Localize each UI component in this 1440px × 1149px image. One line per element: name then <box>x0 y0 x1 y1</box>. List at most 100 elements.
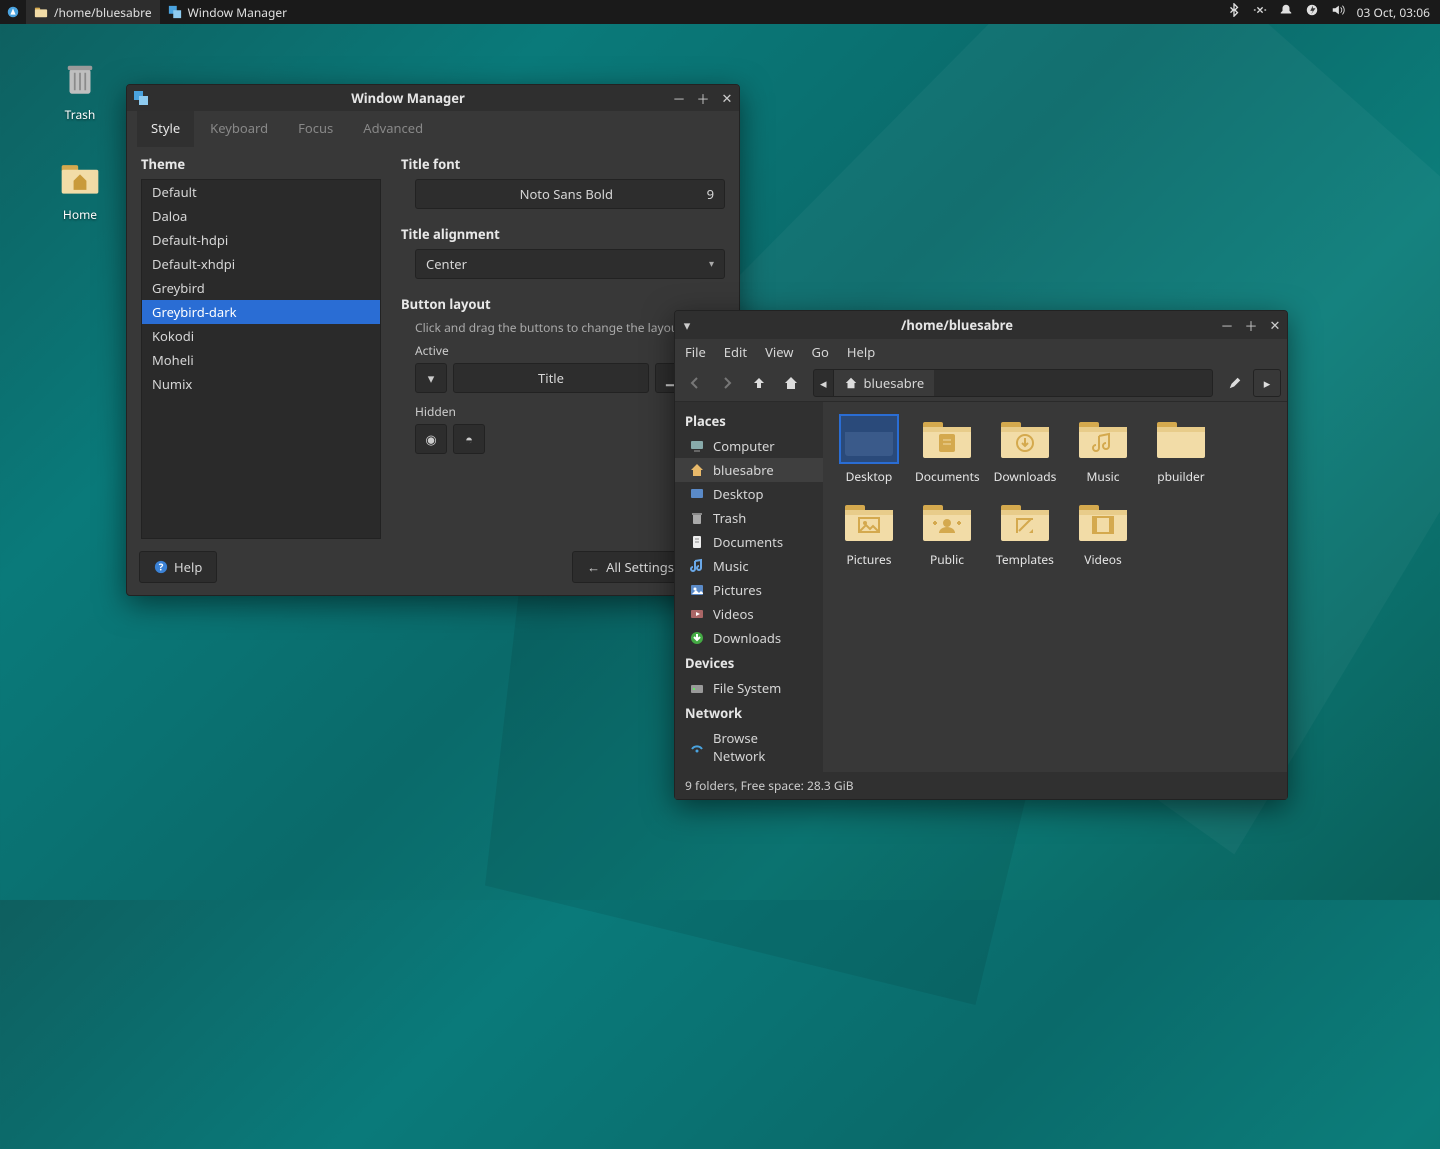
up-button[interactable] <box>745 369 773 397</box>
folder-icon <box>1153 416 1209 462</box>
theme-item[interactable]: Moheli <box>142 348 380 372</box>
layout-menu-button[interactable]: ▾ <box>415 363 447 393</box>
sidebar-item[interactable]: Desktop <box>675 482 823 506</box>
folder-icon <box>841 499 897 545</box>
folder-icon <box>1075 416 1131 462</box>
window-menu-button[interactable]: ▾ <box>675 313 699 337</box>
theme-item[interactable]: Default-xhdpi <box>142 252 380 276</box>
close-button[interactable]: ✕ <box>715 86 739 110</box>
title-font-button[interactable]: Noto Sans Bold 9 <box>415 179 725 209</box>
folder-icon <box>919 499 975 545</box>
folder-icon <box>841 416 897 462</box>
minimize-button[interactable]: ─ <box>667 86 691 110</box>
window-title: Window Manager <box>149 89 667 107</box>
sidebar-item[interactable]: Browse Network <box>675 726 823 768</box>
file-item[interactable]: pbuilder <box>1149 416 1213 485</box>
folder-icon <box>997 499 1053 545</box>
minimize-button[interactable]: ─ <box>1215 313 1239 337</box>
wm-icon <box>168 5 182 19</box>
sidebar-item-icon <box>689 606 705 622</box>
menu-file[interactable]: File <box>685 343 706 361</box>
power-manager-icon[interactable] <box>1305 3 1319 21</box>
layout-stick-button[interactable]: ◓ <box>453 424 485 454</box>
close-button[interactable]: ✕ <box>1263 313 1287 337</box>
titlebar[interactable]: Window Manager ─ ＋ ✕ <box>127 85 739 111</box>
file-item[interactable]: Videos <box>1071 499 1135 568</box>
bluetooth-icon[interactable] <box>1227 3 1241 21</box>
sidebar-item-icon <box>689 630 705 646</box>
home-button[interactable] <box>777 369 805 397</box>
sidebar-item-label: Pictures <box>713 581 762 599</box>
file-item[interactable]: Templates <box>993 499 1057 568</box>
desktop-icon-home[interactable]: Home <box>40 154 120 223</box>
file-item[interactable]: Downloads <box>993 416 1057 485</box>
theme-item[interactable]: Default <box>142 180 380 204</box>
theme-item[interactable]: Greybird-dark <box>142 300 380 324</box>
sidebar-item[interactable]: Pictures <box>675 578 823 602</box>
trash-icon <box>56 54 104 102</box>
sidebar-header-devices: Devices <box>675 650 823 676</box>
help-button[interactable]: ? Help <box>139 551 217 583</box>
sidebar-item-icon <box>689 462 705 478</box>
tab-advanced[interactable]: Advanced <box>349 111 437 147</box>
path-segment-home[interactable]: bluesabre <box>834 370 935 396</box>
back-button[interactable] <box>681 369 709 397</box>
edit-path-button[interactable] <box>1221 369 1249 397</box>
taskbar-item-wm[interactable]: Window Manager <box>160 0 296 24</box>
menu-go[interactable]: Go <box>812 343 829 361</box>
maximize-button[interactable]: ＋ <box>1239 313 1263 337</box>
path-forward-icon[interactable]: ▸ <box>1253 369 1281 397</box>
sidebar-item[interactable]: Videos <box>675 602 823 626</box>
layout-title-area[interactable]: Title <box>453 363 649 393</box>
sidebar-item[interactable]: File System <box>675 676 823 700</box>
forward-button[interactable] <box>713 369 741 397</box>
sidebar-item-icon <box>689 558 705 574</box>
menu-edit[interactable]: Edit <box>724 343 747 361</box>
menu-view[interactable]: View <box>765 343 793 361</box>
file-item[interactable]: Desktop <box>837 416 901 485</box>
sidebar-item[interactable]: Downloads <box>675 626 823 650</box>
file-label: Documents <box>915 468 979 485</box>
sidebar-header-places: Places <box>675 408 823 434</box>
tab-keyboard[interactable]: Keyboard <box>196 111 282 147</box>
app-menu-button[interactable] <box>0 0 26 24</box>
all-settings-button[interactable]: ← All Settings <box>572 551 689 583</box>
theme-item[interactable]: Numix <box>142 372 380 396</box>
sidebar-item-label: Downloads <box>713 629 781 647</box>
clock[interactable]: 03 Oct, 03:06 <box>1357 4 1430 21</box>
file-item[interactable]: Public <box>915 499 979 568</box>
titlebar[interactable]: ▾ /home/bluesabre ─ ＋ ✕ <box>675 311 1287 339</box>
theme-item[interactable]: Kokodi <box>142 324 380 348</box>
sidebar-item[interactable]: Music <box>675 554 823 578</box>
theme-item[interactable]: Daloa <box>142 204 380 228</box>
tab-focus[interactable]: Focus <box>284 111 347 147</box>
theme-item[interactable]: Greybird <box>142 276 380 300</box>
toolbar: ◂ bluesabre ▸ <box>675 365 1287 402</box>
notifications-icon[interactable] <box>1279 3 1293 21</box>
sidebar-item-icon <box>689 486 705 502</box>
file-grid[interactable]: Desktop Documents Downloads Music pbuild… <box>823 402 1287 772</box>
maximize-button[interactable]: ＋ <box>691 86 715 110</box>
svg-text:?: ? <box>159 561 164 574</box>
wm-icon <box>133 90 149 106</box>
layout-shade-button[interactable]: ◉ <box>415 424 447 454</box>
file-item[interactable]: Music <box>1071 416 1135 485</box>
volume-icon[interactable] <box>1331 3 1345 21</box>
taskbar-item-filemanager[interactable]: /home/bluesabre <box>26 0 160 24</box>
desktop-icon-trash[interactable]: Trash <box>40 54 120 123</box>
theme-list[interactable]: DefaultDaloaDefault-hdpiDefault-xhdpiGre… <box>141 179 381 539</box>
title-align-dropdown[interactable]: Center <box>415 249 725 279</box>
file-label: Downloads <box>993 468 1057 485</box>
sidebar-item[interactable]: Trash <box>675 506 823 530</box>
sidebar-item[interactable]: Documents <box>675 530 823 554</box>
sidebar-item[interactable]: Computer <box>675 434 823 458</box>
theme-item[interactable]: Default-hdpi <box>142 228 380 252</box>
tab-style[interactable]: Style <box>137 111 194 147</box>
file-item[interactable]: Pictures <box>837 499 901 568</box>
menu-help[interactable]: Help <box>847 343 875 361</box>
top-panel: /home/bluesabre Window Manager 03 Oct, 0… <box>0 0 1440 24</box>
path-back-icon[interactable]: ◂ <box>814 370 834 396</box>
file-item[interactable]: Documents <box>915 416 979 485</box>
network-icon[interactable] <box>1253 3 1267 21</box>
sidebar-item[interactable]: bluesabre <box>675 458 823 482</box>
